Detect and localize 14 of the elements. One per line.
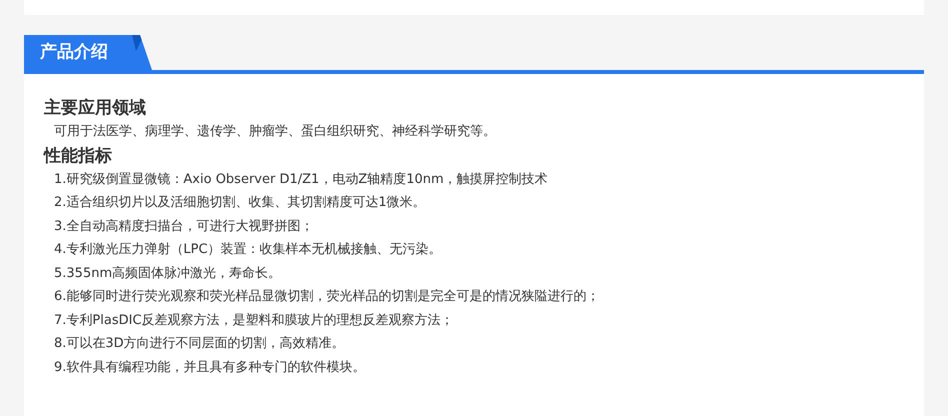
tab-corner-icon: [132, 35, 144, 51]
text-line: 2.适合组织切片以及活细胞切割、收集、其切割精度可达1微米。: [53, 194, 427, 212]
text-line: 5.355nm高频固体脉冲激光，寿命长。: [53, 264, 282, 282]
text-line: 3.全自动高精度扫描台，可进行大视野拼图；: [53, 218, 314, 236]
section-tab[interactable]: 产品介绍: [24, 35, 152, 70]
text-line: 7.专利PlasDIC反差观察方法，是塑料和膜玻片的理想反差观察方法；: [53, 312, 455, 330]
text-line: 1.研究级倒置显微镜：Axio Observer D1/Z1，电动Z轴精度10nm，触摸屏控制技术: [53, 170, 549, 188]
text-line: 可用于法医学、病理学、遗传学、肿瘤学、蛋白组织研究、神经科学研究等。: [53, 123, 497, 141]
text-line: 6.能够同时进行荧光观察和荧光样品显微切割，荧光样品的切割是完全可是的情况狭隘进行的；: [53, 288, 600, 306]
section-heading: 主要应用领域: [44, 97, 147, 120]
text-line: 9.软件具有编程功能，并且具有多种专门的软件模块。: [53, 358, 366, 376]
section-heading: 性能指标: [44, 144, 113, 168]
text-line: 8.可以在3D方向进行不同层面的切割，高效精准。: [53, 335, 346, 353]
text-line: 4.专利激光压力弹射（LPC）装置：收集样本无机械接触、无污染。: [53, 241, 443, 259]
